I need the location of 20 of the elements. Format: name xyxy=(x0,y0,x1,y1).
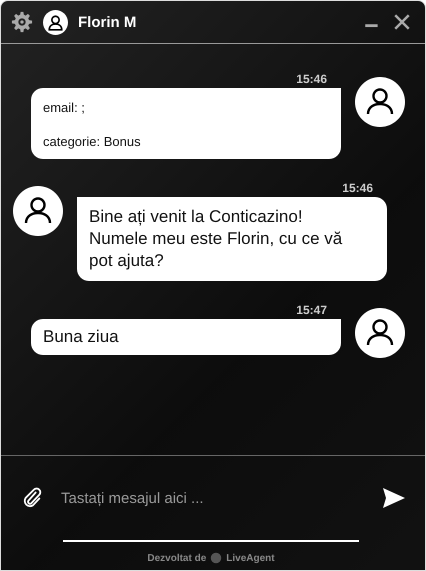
message-text: Buna ziua xyxy=(43,326,120,348)
avatar-icon xyxy=(13,186,63,236)
avatar-icon xyxy=(355,77,405,127)
agent-name: Florin M xyxy=(78,14,136,30)
powered-by-text: Dezvoltat de xyxy=(147,552,206,564)
message-time: 15:46 xyxy=(296,72,327,86)
paperclip-icon[interactable] xyxy=(21,487,43,509)
message-text: Bine ați venit la Conticazino! Numele meu este Florin, cu ce vă pot ajuta? xyxy=(89,206,344,272)
message-time: 15:46 xyxy=(342,181,373,195)
message-input[interactable]: Tastați mesajul aici ... xyxy=(61,490,363,506)
close-icon[interactable] xyxy=(393,13,411,31)
send-icon[interactable] xyxy=(381,486,407,510)
settings-icon[interactable] xyxy=(11,11,33,33)
logo-icon xyxy=(210,552,222,564)
avatar-icon xyxy=(355,308,405,358)
message-text: email: ; xyxy=(43,100,86,115)
message-text: categorie: Bonus xyxy=(43,134,142,149)
avatar-icon xyxy=(43,10,68,34)
message-time: 15:47 xyxy=(296,303,327,317)
brand-name[interactable]: LiveAgent xyxy=(226,552,275,564)
